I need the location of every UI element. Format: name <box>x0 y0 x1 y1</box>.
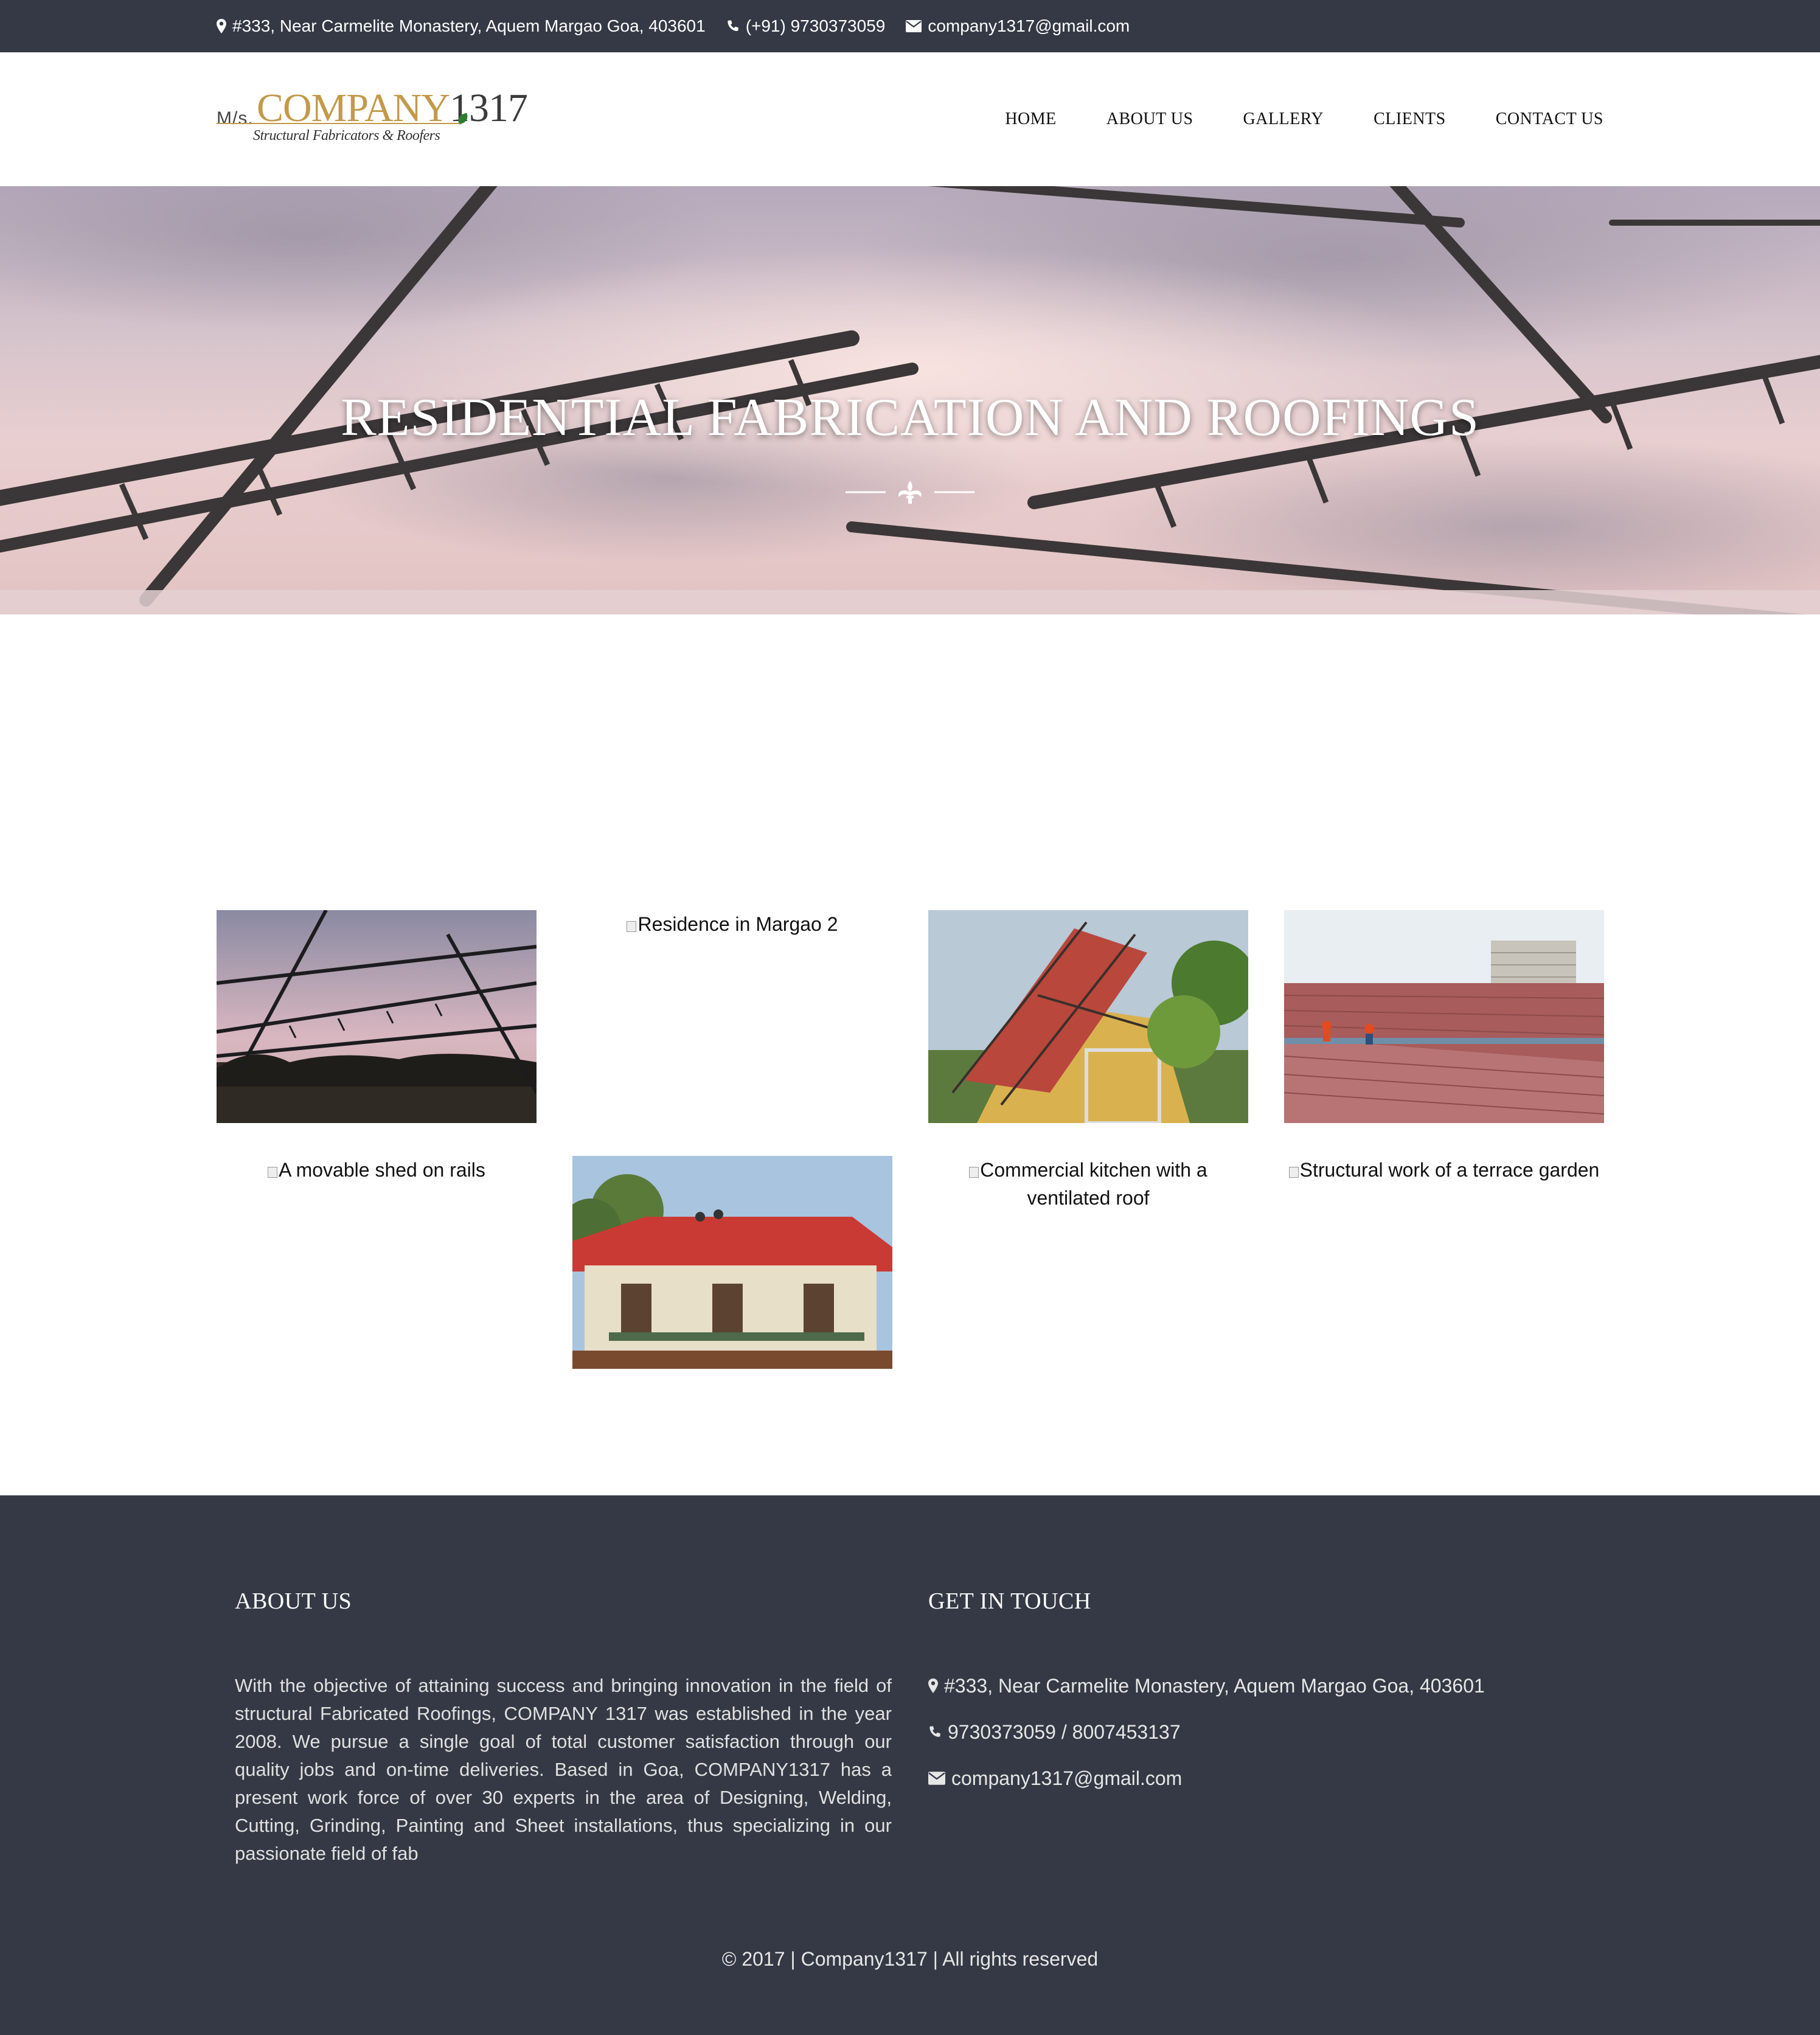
hero-banner: RESIDENTIAL FABRICATION AND ROOFINGS <box>0 186 1820 614</box>
gallery-item-4[interactable] <box>1283 910 1605 1123</box>
footer-about-heading: ABOUT US <box>235 1588 352 1614</box>
gallery-item-8-alt: Structural work of a terrace garden <box>1299 1159 1600 1181</box>
gallery-item-2[interactable]: Residence in Margao 2 <box>572 910 892 1123</box>
top-email[interactable]: company1317@gmail.com <box>906 16 1130 36</box>
broken-image-icon <box>627 921 637 932</box>
logo-prefix: M/s. <box>217 108 254 128</box>
envelope-icon <box>928 1772 945 1785</box>
hero-title: RESIDENTIAL FABRICATION AND ROOFINGS <box>341 388 1479 447</box>
footer-about-text: With the objective of attaining success … <box>235 1675 892 1864</box>
gallery-item-8[interactable]: Structural work of a terrace garden <box>1284 1156 1604 1369</box>
top-address: #333, Near Carmelite Monastery, Aquem Ma… <box>217 16 706 36</box>
site-header: M/s. COMPANY1317 Structural Fabricators … <box>0 52 1820 186</box>
gallery-item-2-alt: Residence in Margao 2 <box>637 913 838 935</box>
gallery-item-7-alt: Commercial kitchen with a ventilated roo… <box>980 1159 1207 1209</box>
top-info-bar-contents: #333, Near Carmelite Monastery, Aquem Ma… <box>217 0 1130 52</box>
footer-phone[interactable]: 9730373059 / 8007453137 <box>928 1718 1485 1746</box>
phone-icon <box>928 1725 942 1739</box>
top-info-bar: #333, Near Carmelite Monastery, Aquem Ma… <box>0 0 1820 52</box>
logo-underline <box>217 123 460 124</box>
nav-about-us[interactable]: ABOUT US <box>1106 110 1193 129</box>
copyright: © 2017 | Company1317 | All rights reserv… <box>721 1948 1099 1970</box>
main-nav: HOME ABOUT US GALLERY CLIENTS CONTACT US <box>1005 52 1603 186</box>
nav-clients[interactable]: CLIENTS <box>1374 110 1446 129</box>
gallery-item-3[interactable] <box>928 910 1257 1125</box>
map-marker-icon <box>217 19 226 33</box>
gallery-image-heritage-house-roof <box>560 1156 892 1369</box>
nav-contact-us[interactable]: CONTACT US <box>1496 110 1603 129</box>
footer-contact-list: #333, Near Carmelite Monastery, Aquem Ma… <box>928 1672 1485 1811</box>
gallery-image-yellow-house-roof <box>928 910 1257 1125</box>
gallery-item-5[interactable]: A movable shed on rails <box>217 1156 537 1369</box>
top-address-text: #333, Near Carmelite Monastery, Aquem Ma… <box>232 16 706 35</box>
logo-brand: COMPANY1317 <box>257 84 528 133</box>
nav-home[interactable]: HOME <box>1005 110 1056 129</box>
envelope-icon <box>906 20 922 32</box>
gallery-item-7[interactable]: Commercial kitchen with a ventilated roo… <box>928 1156 1248 1369</box>
broken-image-icon <box>1288 1167 1299 1178</box>
footer-contact-heading: GET IN TOUCH <box>928 1588 1091 1614</box>
footer-address-text: #333, Near Carmelite Monastery, Aquem Ma… <box>944 1674 1485 1697</box>
broken-image-icon <box>969 1167 979 1178</box>
top-phone[interactable]: (+91) 9730373059 <box>726 16 886 36</box>
top-email-text: company1317@gmail.com <box>928 16 1130 35</box>
site-footer: ABOUT US With the objective of attaining… <box>0 1495 1820 2035</box>
footer-phone-text: 9730373059 / 8007453137 <box>948 1720 1181 1743</box>
gallery-image-red-tiled-roof <box>1283 910 1605 1123</box>
phone-icon <box>726 19 740 33</box>
gallery-item-5-alt: A movable shed on rails <box>279 1159 485 1181</box>
fleur-de-lis-divider-icon <box>846 481 974 504</box>
top-phone-text: (+91) 9730373059 <box>745 16 886 35</box>
logo-tagline: Structural Fabricators & Roofers <box>253 128 440 144</box>
gallery-image-roof-frame-dusk <box>216 909 538 1123</box>
map-marker-icon <box>928 1678 938 1693</box>
footer-email-text: company1317@gmail.com <box>951 1767 1183 1789</box>
nav-gallery[interactable]: GALLERY <box>1243 110 1324 129</box>
company-logo[interactable]: M/s. COMPANY1317 Structural Fabricators … <box>217 84 528 151</box>
broken-image-icon <box>268 1167 278 1178</box>
gallery-item-1[interactable] <box>216 909 538 1123</box>
footer-email[interactable]: company1317@gmail.com <box>928 1764 1485 1792</box>
footer-address: #333, Near Carmelite Monastery, Aquem Ma… <box>928 1672 1485 1700</box>
gallery-item-6[interactable] <box>560 1156 892 1369</box>
